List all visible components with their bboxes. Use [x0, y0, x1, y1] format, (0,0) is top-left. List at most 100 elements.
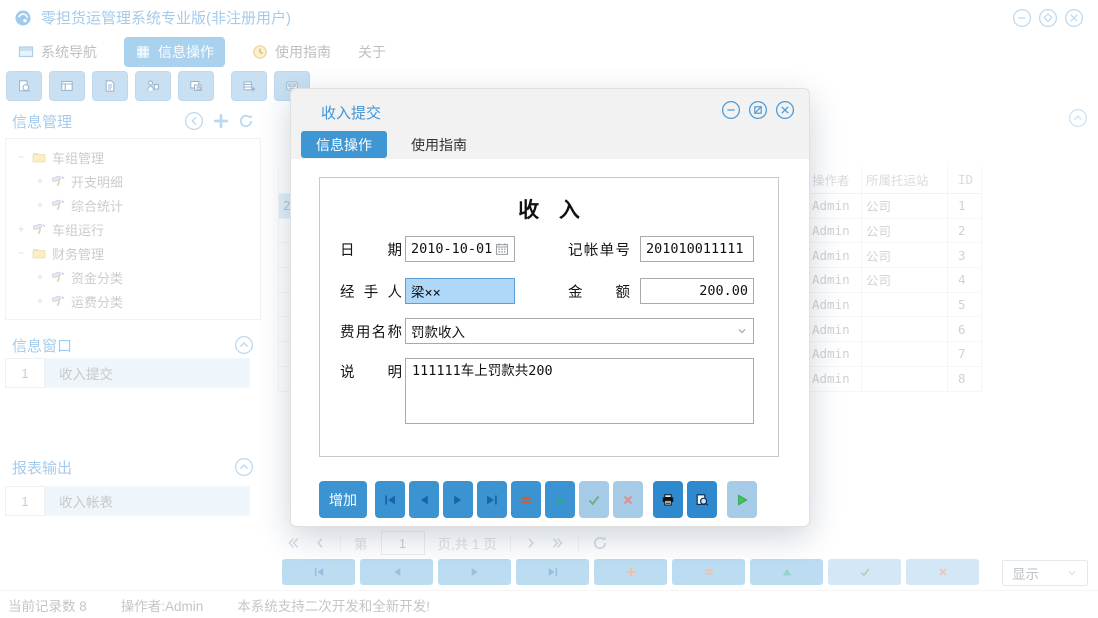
circle-minus-icon[interactable] — [721, 100, 741, 120]
expander-minus-icon[interactable]: − — [16, 150, 26, 164]
status-bar: 当前记录数 8 操作者:Admin 本系统支持二次开发和全新开发! — [0, 590, 1098, 618]
check-button[interactable] — [579, 481, 609, 518]
tree-item[interactable]: − 财务管理 — [6, 241, 260, 265]
menu-item-3[interactable]: 使用指南 — [252, 42, 331, 62]
tree-item-label: 综合统计 — [71, 196, 123, 215]
window-chart-button[interactable] — [178, 71, 214, 101]
search-doc-button[interactable] — [6, 71, 42, 101]
circle-minus-icon[interactable] — [1012, 8, 1032, 28]
collapse-icon[interactable] — [234, 335, 254, 355]
cross-button[interactable] — [613, 481, 643, 518]
fee-name-select[interactable]: 罚款收入 — [405, 318, 754, 344]
pager-divider — [340, 535, 341, 551]
grid-cell: 7 — [948, 342, 982, 366]
check-button[interactable] — [828, 559, 901, 585]
panel-header-info-window: 信息窗口 — [0, 330, 266, 360]
nav-next-icon — [451, 493, 465, 507]
refresh-icon[interactable] — [238, 113, 254, 129]
info-window-item[interactable]: 1收入提交 — [5, 358, 250, 388]
cross-button[interactable] — [906, 559, 979, 585]
nav-prev-button[interactable] — [409, 481, 439, 518]
database-add-button[interactable] — [231, 71, 267, 101]
grid-cell: 8 — [948, 367, 982, 391]
display-select[interactable]: 显示 — [1002, 560, 1088, 586]
plus-button[interactable] — [594, 559, 667, 585]
circle-restore-icon[interactable] — [748, 100, 768, 120]
expander-plus-icon[interactable]: + — [35, 198, 45, 212]
nav-next-button[interactable] — [443, 481, 473, 518]
expander-plus-icon[interactable]: + — [35, 174, 45, 188]
amount-input[interactable]: 200.00 — [640, 278, 754, 304]
grid-cell: Admin — [808, 317, 862, 341]
triangle-up-button[interactable] — [545, 481, 575, 518]
page-input[interactable]: 1 — [381, 531, 425, 555]
tree-item[interactable]: +开支明细 — [6, 169, 260, 193]
hammer-icon — [32, 222, 46, 236]
tree-item[interactable]: + 综合统计 — [6, 193, 260, 217]
nav-first-button[interactable] — [375, 481, 405, 518]
display-select-label: 显示 — [1012, 563, 1039, 583]
next-page-icon[interactable] — [524, 536, 538, 550]
report-output-item[interactable]: 1收入帐表 — [5, 486, 250, 516]
collapse-icon[interactable] — [234, 457, 254, 477]
grid-cell: 5 — [948, 293, 982, 317]
expander-plus-icon[interactable]: + — [35, 270, 45, 284]
tree-item-label: 财务管理 — [52, 244, 104, 263]
tree-item[interactable]: +车组运行 — [6, 217, 260, 241]
dialog-tab-1[interactable]: 信息操作 — [301, 131, 387, 158]
print-preview-button[interactable] — [687, 481, 717, 518]
document-button[interactable] — [92, 71, 128, 101]
equals-button[interactable] — [672, 559, 745, 585]
grid-cell — [862, 367, 948, 391]
triangle-up-button[interactable] — [750, 559, 823, 585]
circle-close-icon[interactable] — [775, 100, 795, 120]
menu-item-2[interactable]: 信息操作 — [124, 37, 225, 67]
form-button[interactable] — [49, 71, 85, 101]
nav-next-button[interactable] — [438, 559, 511, 585]
play-button[interactable] — [727, 481, 757, 518]
last-page-icon[interactable] — [551, 536, 565, 550]
panel-header-info-manage: 信息管理 — [0, 106, 266, 136]
dialog-button-bar: 增加 — [319, 481, 761, 518]
handler-input[interactable]: 梁×× — [405, 278, 515, 304]
tree-item[interactable]: +运费分类 — [6, 289, 260, 313]
document-icon — [103, 79, 117, 93]
grid-cell: 1 — [948, 194, 982, 218]
dialog-tab-2[interactable]: 使用指南 — [396, 131, 482, 158]
expander-plus-icon[interactable]: + — [16, 222, 26, 236]
printer-button[interactable] — [653, 481, 683, 518]
tree-item[interactable]: −车组管理 — [6, 145, 260, 169]
refresh-icon[interactable] — [592, 535, 608, 551]
expander-plus-icon[interactable]: + — [35, 294, 45, 308]
circle-max-icon[interactable] — [1038, 8, 1058, 28]
menu-item-4[interactable]: 关于 — [358, 42, 386, 62]
note-textarea[interactable]: 111111车上罚款共200 — [405, 358, 754, 424]
user-report-button[interactable] — [135, 71, 171, 101]
plus-small-icon[interactable] — [213, 113, 229, 129]
add-button[interactable]: 增加 — [319, 481, 367, 518]
nav-last-button[interactable] — [477, 481, 507, 518]
calendar-icon[interactable] — [495, 242, 509, 256]
nav-last-button[interactable] — [516, 559, 589, 585]
grid-cell: Admin — [808, 367, 862, 391]
date-input[interactable]: 2010-10-01 — [405, 236, 515, 262]
tree-item[interactable]: +资金分类 — [6, 265, 260, 289]
grid-cell: Admin — [808, 342, 862, 366]
prev-page-icon[interactable] — [313, 536, 327, 550]
dialog-window-controls — [721, 100, 795, 120]
nav-first-button[interactable] — [282, 559, 355, 585]
voucher-input[interactable]: 201010011111 — [640, 236, 754, 262]
nav-prev-button[interactable] — [360, 559, 433, 585]
expander-minus-icon[interactable]: − — [16, 246, 26, 260]
equals-button[interactable] — [511, 481, 541, 518]
content-collapse-icon[interactable] — [1068, 108, 1088, 128]
circle-chevron-left-icon[interactable] — [184, 111, 204, 131]
dialog-title: 收入提交 — [321, 102, 381, 123]
nav-prev-icon — [391, 566, 403, 578]
menu-bar: 系统导航 信息操作 使用指南 关于 — [0, 35, 1098, 68]
menu-item-1[interactable]: 系统导航 — [18, 42, 97, 62]
circle-close-icon[interactable] — [1064, 8, 1084, 28]
grid-cell — [862, 293, 948, 317]
first-page-icon[interactable] — [286, 536, 300, 550]
print-preview-icon — [695, 493, 709, 507]
